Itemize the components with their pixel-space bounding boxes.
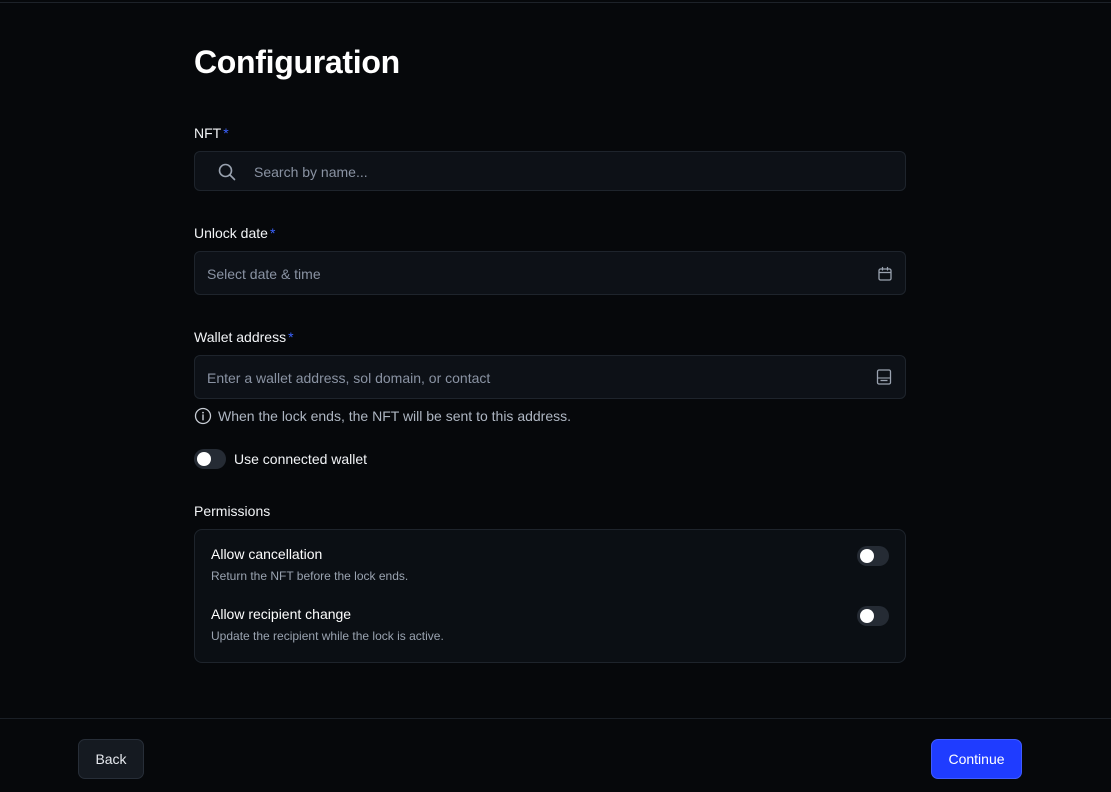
use-connected-wallet-label: Use connected wallet — [234, 451, 368, 467]
use-connected-wallet-row: Use connected wallet — [194, 449, 367, 469]
permission-title: Allow cancellation — [211, 546, 323, 562]
nft-search-input[interactable]: Search by name... — [194, 151, 906, 191]
wallet-address-label-text: Wallet address — [194, 329, 287, 345]
search-icon — [217, 162, 237, 182]
footer-divider — [0, 718, 1111, 719]
nft-label: NFT * — [194, 125, 229, 141]
required-mark: * — [223, 125, 229, 141]
permission-title: Allow recipient change — [211, 606, 352, 622]
toggle-knob — [860, 609, 874, 623]
use-connected-wallet-toggle[interactable] — [194, 449, 226, 469]
unlock-date-picker[interactable]: Select date & time — [194, 251, 906, 295]
unlock-date-label-text: Unlock date — [194, 225, 268, 241]
permission-description: Update the recipient while the lock is a… — [211, 629, 444, 643]
wallet-hint-text: When the lock ends, the NFT will be sent… — [218, 408, 572, 424]
required-mark: * — [269, 225, 276, 241]
permission-description: Return the NFT before the lock ends. — [211, 569, 409, 583]
permissions-heading: Permissions — [194, 503, 271, 519]
unlock-date-placeholder: Select date & time — [207, 266, 321, 282]
nft-search-placeholder: Search by name... — [254, 164, 368, 180]
wallet-hint: When the lock ends, the NFT will be sent… — [194, 407, 571, 425]
required-mark: * — [288, 329, 294, 345]
continue-button[interactable]: Continue — [931, 739, 1022, 779]
wallet-address-label: Wallet address * — [194, 329, 294, 345]
address-book-icon[interactable] — [875, 368, 893, 386]
toggle-knob — [197, 452, 211, 466]
calendar-icon[interactable] — [877, 266, 893, 282]
info-icon — [194, 407, 212, 425]
page-title: Configuration — [194, 44, 400, 80]
allow-recipient-change-toggle[interactable] — [857, 606, 889, 626]
wallet-address-placeholder: Enter a wallet address, sol domain, or c… — [207, 370, 491, 386]
wallet-address-input[interactable]: Enter a wallet address, sol domain, or c… — [194, 355, 906, 399]
top-divider — [0, 2, 1111, 3]
back-button[interactable]: Back — [78, 739, 144, 779]
unlock-date-label: Unlock date * — [194, 225, 275, 241]
nft-label-text: NFT — [194, 125, 222, 141]
permissions-card: Allow cancellation Return the NFT before… — [194, 529, 906, 663]
toggle-knob — [860, 549, 874, 563]
allow-cancellation-toggle[interactable] — [857, 546, 889, 566]
